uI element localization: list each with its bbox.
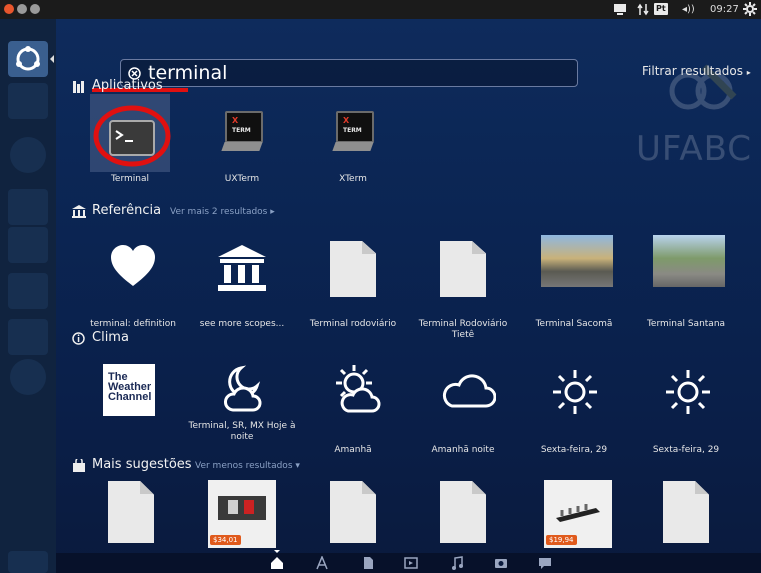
- app-label-uxterm: UXTerm: [224, 174, 260, 184]
- see-more-reference-link[interactable]: Ver mais 2 resultados ▸: [170, 207, 275, 217]
- price-tag: $19,94: [546, 535, 577, 545]
- document-icon[interactable]: [440, 241, 486, 297]
- moon-cloud-icon[interactable]: [219, 364, 267, 414]
- ubuntu-dash-button[interactable]: [8, 41, 48, 77]
- reference-category-icon: [72, 205, 86, 218]
- social-lens-icon[interactable]: [538, 556, 552, 570]
- search-field[interactable]: terminal: [120, 59, 578, 87]
- heart-icon[interactable]: [109, 244, 157, 288]
- section-title-clima: Clima: [92, 330, 129, 345]
- applications-category-icon: [73, 81, 84, 93]
- launcher-settings-icon[interactable]: [8, 227, 48, 263]
- launcher-files-icon[interactable]: [8, 83, 48, 119]
- keyboard-layout-indicator[interactable]: Pt: [654, 3, 668, 15]
- section-title-referencia: Referência: [92, 203, 162, 218]
- launcher-office-icon[interactable]: [8, 189, 48, 225]
- launcher-active-arrow: [50, 55, 54, 63]
- app-label-terminal: Terminal: [110, 174, 150, 184]
- weather-label-3: Sexta-feira, 29: [540, 445, 608, 455]
- weather-label-0: Terminal, SR, MX Hoje à noite: [188, 421, 296, 442]
- display-icon[interactable]: [613, 3, 627, 16]
- sacoma-photo[interactable]: [541, 235, 613, 287]
- weather-label-1: Amanhã: [334, 445, 372, 455]
- see-less-suggestions-label: Ver menos resultados: [195, 461, 293, 471]
- dash-overlay: UFABC terminal Filtrar resultados ▸ Apli…: [56, 19, 761, 573]
- launcher-trash-icon[interactable]: [8, 551, 48, 573]
- xterm-x-glyph: X: [232, 116, 239, 125]
- weather-channel-logo[interactable]: The Weather Channel: [103, 364, 155, 416]
- museum-icon[interactable]: [216, 243, 268, 293]
- xterm-term-glyph: TERM: [343, 127, 362, 134]
- launcher: [0, 19, 57, 573]
- section-title-sugestoes: Mais sugestões: [92, 457, 192, 472]
- speaker-terminal-product: [218, 496, 266, 520]
- ufabc-watermark: UFABC: [636, 129, 753, 169]
- reference-label-4: Terminal Sacomã: [535, 319, 613, 329]
- cloud-icon[interactable]: [442, 372, 496, 410]
- clock[interactable]: 09:27: [710, 2, 739, 17]
- xterm-x-glyph: X: [343, 116, 350, 125]
- reference-label-1: see more scopes...: [199, 319, 285, 329]
- weather-label-4: Sexta-feira, 29: [652, 445, 720, 455]
- launcher-monitor-icon[interactable]: [8, 273, 48, 309]
- chevron-down-icon: ▾: [295, 461, 300, 471]
- reference-label-3: Terminal Rodoviário Tietê: [418, 319, 508, 340]
- sun-icon[interactable]: [551, 368, 599, 416]
- sun-icon[interactable]: [664, 368, 712, 416]
- filter-results-label: Filtrar resultados: [642, 64, 743, 78]
- launcher-firefox-icon[interactable]: [10, 137, 46, 173]
- see-less-suggestions-link[interactable]: Ver menos resultados ▾: [195, 461, 300, 471]
- app-label-xterm: XTerm: [339, 174, 367, 184]
- launcher-software-center-icon[interactable]: [10, 359, 46, 395]
- product-card[interactable]: $34,01: [208, 480, 276, 548]
- document-icon[interactable]: [330, 241, 376, 297]
- ubuntu-logo-icon: [16, 46, 40, 71]
- volume-icon[interactable]: ◂)): [682, 2, 695, 17]
- top-panel: Pt ◂)) 09:27: [0, 0, 761, 19]
- reference-label-5: Terminal Santana: [646, 319, 726, 329]
- reference-label-2: Terminal rodoviário: [309, 319, 397, 329]
- applications-lens-icon[interactable]: [315, 556, 329, 570]
- section-title-aplicativos: Aplicativos: [92, 78, 163, 93]
- xterm-term-glyph: TERM: [232, 127, 251, 134]
- uxterm-app-icon[interactable]: X TERM: [221, 111, 263, 153]
- reference-label-0: terminal: definition: [90, 319, 176, 329]
- active-lens-indicator: [274, 550, 280, 553]
- document-icon[interactable]: [663, 481, 709, 543]
- files-lens-icon[interactable]: [361, 556, 375, 570]
- chevron-right-icon: ▸: [746, 68, 751, 77]
- weather-channel-line-3: Channel: [108, 391, 152, 403]
- maximize-window-button[interactable]: [30, 4, 40, 14]
- gear-icon[interactable]: [743, 2, 757, 16]
- close-window-button[interactable]: [4, 4, 14, 14]
- sun-cloud-icon[interactable]: [330, 361, 382, 413]
- document-icon[interactable]: [108, 481, 154, 543]
- see-more-reference-label: Ver mais 2 resultados: [170, 207, 268, 217]
- music-lens-icon[interactable]: [450, 556, 464, 570]
- network-icon[interactable]: [637, 3, 649, 16]
- product-card[interactable]: $19,94: [544, 480, 612, 548]
- xterm-app-icon[interactable]: X TERM: [332, 111, 374, 153]
- santana-photo[interactable]: [653, 235, 725, 287]
- info-category-icon: [72, 332, 85, 345]
- launcher-terminal-icon[interactable]: [8, 319, 48, 355]
- minimize-window-button[interactable]: [17, 4, 27, 14]
- document-icon[interactable]: [440, 481, 486, 543]
- price-tag: $34,01: [210, 535, 241, 545]
- home-lens-icon[interactable]: [270, 556, 284, 570]
- chevron-right-icon: ▸: [270, 207, 275, 217]
- filter-results-button[interactable]: Filtrar resultados ▸: [642, 64, 751, 78]
- red-circle-annotation: [93, 105, 171, 167]
- weather-label-2: Amanhã noite: [431, 445, 495, 455]
- terminal-block-product: [556, 504, 600, 522]
- document-icon[interactable]: [330, 481, 376, 543]
- shopping-bag-icon: [73, 459, 85, 472]
- video-lens-icon[interactable]: [404, 556, 418, 570]
- photos-lens-icon[interactable]: [494, 556, 508, 570]
